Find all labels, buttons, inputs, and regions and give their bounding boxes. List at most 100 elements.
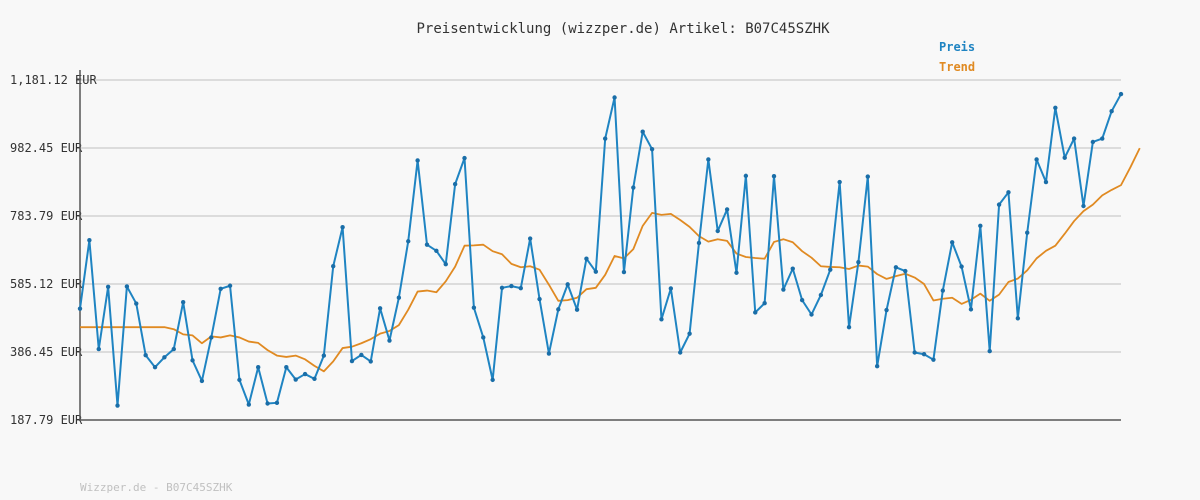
data-point-preis — [143, 353, 148, 358]
data-point-preis — [987, 348, 992, 354]
data-point-preis — [462, 155, 467, 161]
data-point-preis — [87, 238, 92, 243]
data-point-preis — [518, 285, 523, 291]
data-point-preis — [434, 248, 439, 254]
data-point-preis — [959, 264, 964, 269]
data-point-preis — [828, 267, 833, 272]
data-point-preis — [255, 365, 261, 370]
data-point-preis — [799, 297, 805, 303]
data-point-preis — [406, 239, 411, 244]
data-point-preis — [715, 228, 720, 234]
footer-credit: Wizzper.de - B07C45SZHK — [80, 481, 233, 494]
data-point-preis — [509, 283, 514, 289]
data-point-preis — [546, 351, 552, 356]
data-point-preis — [903, 268, 908, 274]
data-point-preis — [668, 286, 674, 291]
data-point-preis — [949, 240, 955, 245]
data-point-preis — [199, 378, 205, 384]
data-point-preis — [743, 173, 749, 179]
price-chart: Preisentwicklung (wizzper.de) Artikel: B… — [0, 0, 1200, 500]
data-point-preis — [490, 377, 495, 383]
data-point-preis — [284, 365, 289, 370]
data-point-preis — [781, 287, 786, 292]
data-point-preis — [865, 174, 870, 179]
data-point-preis — [696, 240, 702, 246]
data-point-preis — [96, 346, 101, 352]
data-point-preis — [359, 352, 364, 358]
data-point-preis — [340, 225, 345, 230]
series-line-trend — [80, 147, 1141, 373]
data-point-preis — [321, 353, 327, 358]
y-tick-label: 1,181.12 EUR — [10, 73, 97, 87]
data-point-preis — [621, 269, 627, 275]
data-point-preis — [387, 338, 392, 343]
data-point-preis — [537, 296, 542, 302]
y-tick-label: 187.79 EUR — [10, 413, 83, 427]
data-point-preis — [921, 352, 927, 357]
data-point-preis — [1100, 136, 1105, 141]
data-point-preis — [415, 158, 420, 163]
data-point-preis — [162, 355, 167, 360]
data-point-preis — [368, 359, 373, 364]
data-point-preis — [218, 286, 223, 292]
data-point-preis — [678, 350, 683, 355]
data-point-preis — [1006, 190, 1011, 195]
y-tick-label: 783.79 EUR — [10, 209, 83, 223]
data-point-preis — [884, 307, 889, 313]
data-point-preis — [237, 377, 242, 383]
data-point-preis — [134, 301, 139, 306]
data-point-preis — [274, 400, 280, 406]
data-point-preis — [602, 136, 608, 141]
data-point-preis — [481, 335, 486, 340]
data-point-preis — [734, 270, 739, 275]
data-point-preis — [331, 264, 336, 269]
data-point-preis — [227, 283, 233, 288]
data-point-preis — [593, 269, 599, 274]
legend: Preis Trend — [939, 40, 975, 74]
data-point-preis — [874, 363, 880, 369]
data-point-preis — [452, 181, 458, 187]
data-point-preis — [1109, 108, 1114, 114]
data-point-preis — [640, 129, 645, 134]
data-point-preis — [978, 223, 983, 229]
data-point-preis — [612, 95, 617, 100]
data-point-preis — [753, 310, 758, 315]
legend-entry-preis: Preis — [939, 40, 975, 54]
data-point-preis — [302, 371, 308, 377]
series-line-preis — [79, 93, 1122, 407]
data-point-preis — [152, 365, 158, 370]
data-point-preis — [809, 312, 814, 317]
data-point-preis — [574, 307, 580, 312]
data-point-preis — [996, 202, 1002, 207]
data-point-preis — [1071, 136, 1077, 141]
data-point-preis — [846, 324, 852, 330]
data-point-preis — [190, 358, 195, 363]
data-point-preis — [940, 288, 946, 293]
data-point-preis — [912, 350, 917, 355]
chart-canvas: Preisentwicklung (wizzper.de) Artikel: B… — [10, 21, 1141, 494]
data-point-preis — [1118, 91, 1124, 97]
data-point-preis — [687, 331, 692, 336]
data-point-preis — [115, 403, 120, 408]
data-point-preis — [180, 299, 186, 305]
data-point-preis — [649, 146, 655, 152]
data-point-preis — [1043, 179, 1049, 185]
data-point-preis — [931, 357, 936, 362]
data-point-preis — [706, 157, 711, 162]
data-point-preis — [856, 259, 861, 265]
data-point-preis — [349, 358, 355, 364]
data-point-preis — [1015, 316, 1021, 321]
data-point-preis — [556, 307, 561, 312]
data-point-preis — [893, 265, 899, 270]
data-point-preis — [762, 301, 767, 306]
data-point-preis — [968, 307, 974, 312]
data-point-preis — [471, 305, 477, 310]
y-axis-ticks: 1,181.12 EUR 982.45 EUR 783.79 EUR 585.12 E… — [10, 73, 97, 427]
data-point-preis — [818, 292, 824, 298]
data-point-preis — [171, 346, 176, 352]
data-point-preis — [1025, 230, 1030, 235]
data-point-preis — [293, 377, 298, 382]
data-point-preis — [124, 284, 130, 289]
data-point-preis — [790, 266, 795, 271]
data-point-preis — [105, 284, 111, 289]
